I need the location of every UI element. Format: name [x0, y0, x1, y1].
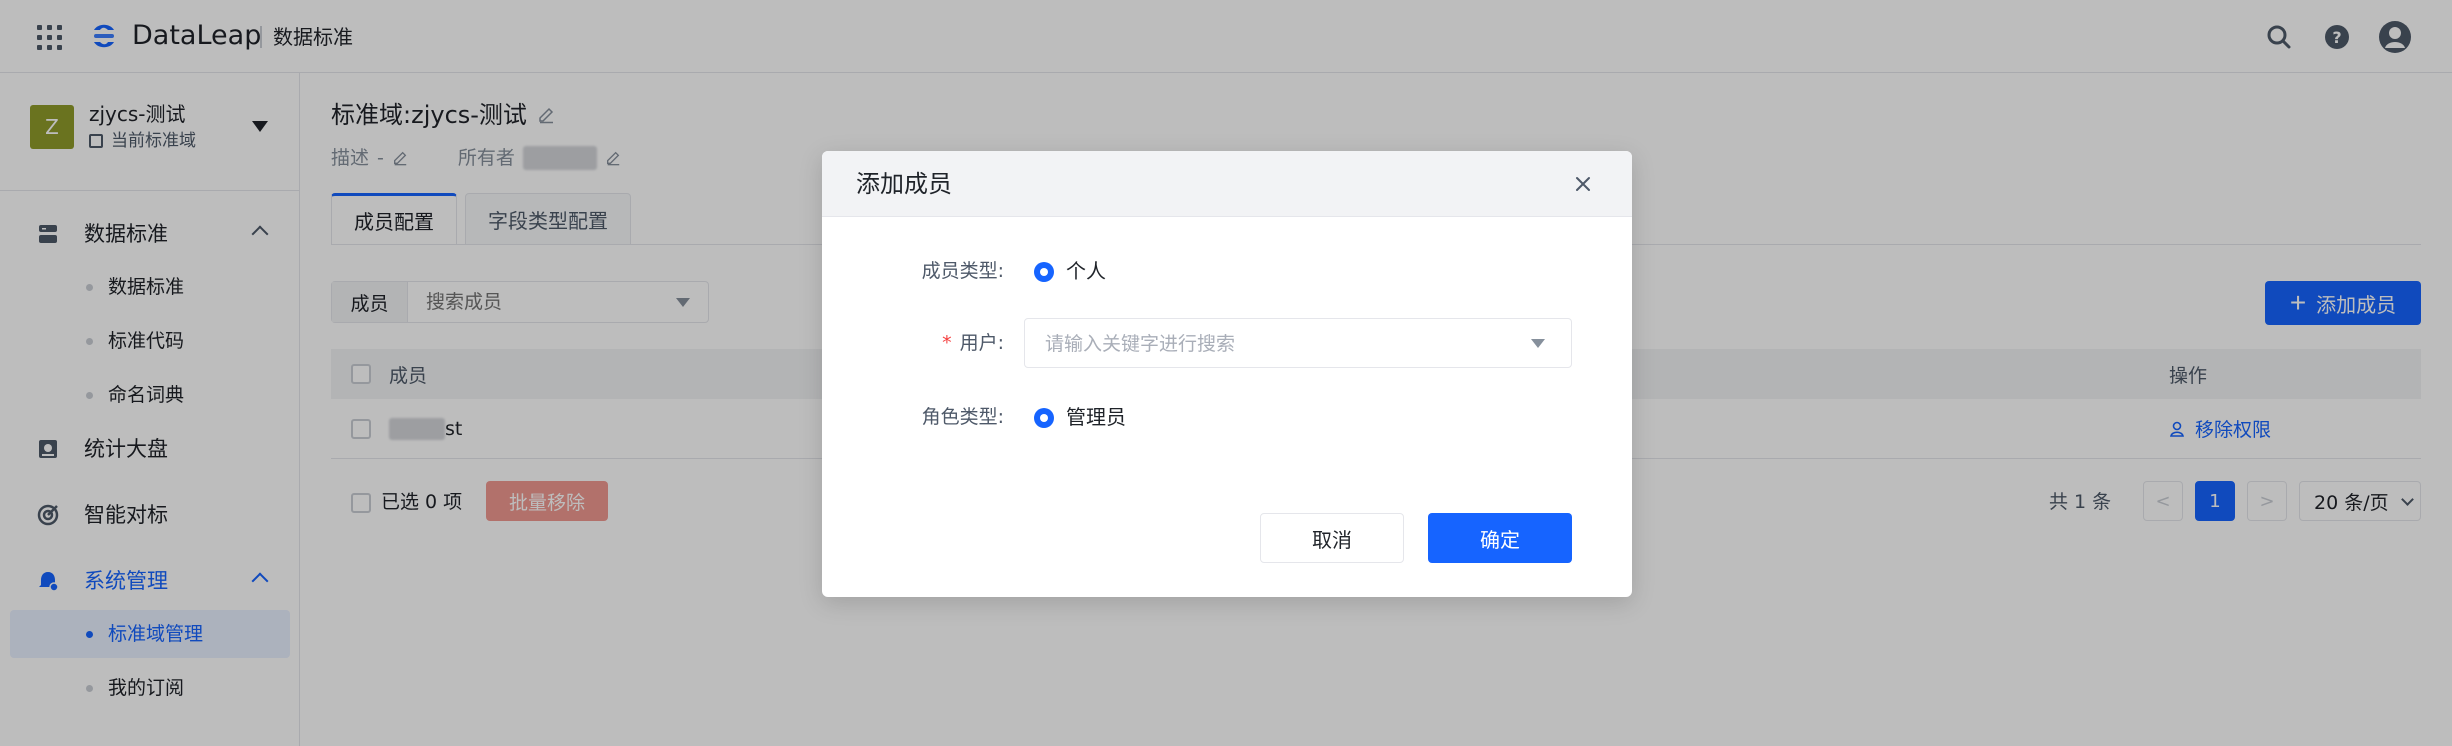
confirm-button[interactable]: 确定 — [1428, 513, 1572, 563]
form-row-user: * 用户: 请输入关键字进行搜索 — [822, 318, 1632, 368]
member-type-option-label[interactable]: 个人 — [1066, 258, 1106, 284]
add-member-dialog: 添加成员 成员类型: 个人 * 用户: 请输入关键字进行搜索 角色类型: 管理员 … — [822, 151, 1632, 597]
role-type-label: 角色类型: — [921, 406, 1004, 428]
user-field-label: * 用户: — [942, 330, 1004, 356]
form-row-role-type: 角色类型: 管理员 — [822, 392, 1632, 442]
member-type-radio-individual[interactable] — [1034, 262, 1054, 282]
form-row-member-type: 成员类型: 个人 — [822, 246, 1632, 296]
caret-down-icon — [1531, 339, 1545, 348]
user-search-select[interactable]: 请输入关键字进行搜索 — [1024, 318, 1572, 368]
required-asterisk: * — [942, 332, 952, 354]
user-select-placeholder: 请输入关键字进行搜索 — [1045, 333, 1236, 355]
close-icon[interactable] — [1570, 171, 1596, 197]
dialog-header: 添加成员 — [822, 151, 1632, 217]
member-type-label: 成员类型: — [921, 260, 1004, 282]
role-type-option-label[interactable]: 管理员 — [1066, 404, 1126, 430]
role-type-radio-admin[interactable] — [1034, 408, 1054, 428]
user-label-text: 用户: — [959, 332, 1004, 354]
cancel-button[interactable]: 取消 — [1260, 513, 1404, 563]
dialog-title: 添加成员 — [856, 170, 952, 198]
